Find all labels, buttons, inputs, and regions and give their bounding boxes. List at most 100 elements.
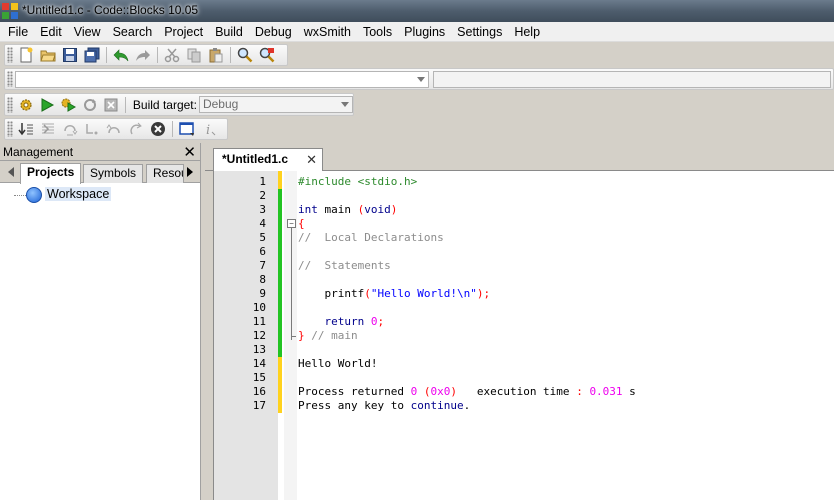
replace-icon[interactable] [256,45,278,65]
code-line[interactable] [298,371,305,385]
build-and-run-icon[interactable] [58,95,79,115]
line-number: 16 [252,385,266,398]
tab-scroll-right-icon[interactable] [187,167,193,177]
code-line[interactable]: #include <stdio.h> [298,175,417,189]
build-gear-icon[interactable] [15,95,36,115]
code-line[interactable]: int main (void) [298,203,397,217]
tab-symbols[interactable]: Symbols [83,164,144,183]
menu-file[interactable]: File [2,22,34,42]
menu-wxsmith[interactable]: wxSmith [298,22,357,42]
toolbar-grip[interactable] [7,47,13,63]
next-instruction-icon[interactable] [81,119,103,139]
continue-icon[interactable] [125,119,147,139]
function-combo[interactable] [433,70,831,88]
management-tabs: Projects Symbols Resou [0,161,200,184]
code-line[interactable]: { [298,217,305,231]
change-marker [278,189,282,357]
fold-end [291,336,296,337]
code-line[interactable]: Press any key to continue. [298,399,470,413]
stop-debugger-icon[interactable] [147,119,169,139]
toolbar-grip[interactable] [7,96,13,113]
tab-projects[interactable]: Projects [20,163,82,184]
project-tree: Workspace [0,183,200,500]
build-target-value: Debug [202,97,239,111]
step-into-icon[interactable] [59,119,81,139]
fold-line [291,228,292,340]
find-icon[interactable] [234,45,256,65]
menu-tools[interactable]: Tools [357,22,398,42]
chevron-down-icon[interactable] [340,102,349,107]
tab-resources[interactable]: Resou [146,164,184,183]
save-icon[interactable] [59,45,81,65]
paste-icon[interactable] [205,45,227,65]
toolbar-grip[interactable] [7,71,13,87]
code-line[interactable] [298,273,305,287]
save-all-icon[interactable] [81,45,103,65]
menu-project[interactable]: Project [158,22,209,42]
new-file-icon[interactable] [15,45,37,65]
tree-item-workspace[interactable]: Workspace [45,187,112,201]
code-line[interactable]: Hello World! [298,357,377,371]
line-number-gutter: 1 2 3 4 5 6 7 8 9 10 11 12 13 14 15 16 17 [214,171,278,500]
menu-edit[interactable]: Edit [34,22,68,42]
next-line-icon[interactable] [37,119,59,139]
rebuild-icon[interactable] [79,95,100,115]
menu-build[interactable]: Build [209,22,249,42]
undo-icon[interactable] [110,45,132,65]
debug-windows-icon[interactable] [176,119,198,139]
line-number: 4 [259,217,266,230]
code-line[interactable]: } // main [298,329,358,343]
menu-debug[interactable]: Debug [249,22,298,42]
line-number: 15 [252,371,266,384]
line-number: 2 [259,189,266,202]
line-number: 13 [252,343,266,356]
run-icon[interactable] [36,95,57,115]
chevron-down-icon[interactable] [417,76,425,82]
tab-scroll-left-icon[interactable] [8,167,14,177]
close-icon[interactable]: ✕ [183,143,196,161]
cut-icon[interactable] [161,45,183,65]
redo-icon[interactable] [132,45,154,65]
code-line[interactable] [298,189,305,203]
copy-icon[interactable] [183,45,205,65]
toolbar-grip[interactable] [7,121,13,137]
svg-text:i: i [206,123,210,137]
line-number: 9 [259,287,266,300]
toolbar-separator [172,121,173,137]
window-title: *Untitled1.c - Code::Blocks 10.05 [22,3,199,17]
run-to-cursor-icon[interactable] [15,119,37,139]
menu-plugins[interactable]: Plugins [398,22,451,42]
code-line[interactable]: // Local Declarations [298,231,444,245]
open-folder-icon[interactable] [37,45,59,65]
management-header: Management ✕ [0,143,200,161]
code-line[interactable]: return 0; [298,315,385,329]
info-icon[interactable]: i [198,119,220,139]
build-toolbar: Build target: Debug [4,93,354,116]
code-editor[interactable]: 1 2 3 4 5 6 7 8 9 10 11 12 13 14 15 16 17 #include <stdi… [213,171,834,500]
code-line[interactable]: // Statements [298,259,391,273]
menu-settings[interactable]: Settings [451,22,508,42]
line-number: 11 [252,315,266,328]
codeblocks-app-icon[interactable] [2,3,18,19]
menu-help[interactable]: Help [508,22,546,42]
abort-icon[interactable] [101,95,122,115]
fold-toggle-icon[interactable]: − [287,219,296,228]
editor-tab-untitled1[interactable]: *Untitled1.c ✕ [213,148,323,172]
close-icon[interactable]: ✕ [306,150,317,170]
code-completion-toolbar [4,68,834,90]
management-title: Management [3,145,74,159]
change-marker [278,171,282,189]
menu-search[interactable]: Search [107,22,159,42]
step-out-icon[interactable] [103,119,125,139]
code-line[interactable]: printf("Hello World!\n"); [298,287,490,301]
code-text[interactable]: #include <stdio.h> int main (void){// Lo… [298,171,834,500]
code-line[interactable] [298,301,305,315]
code-line[interactable] [298,343,305,357]
toolbar-separator [230,47,231,63]
build-target-select[interactable]: Debug [198,96,353,113]
main-toolbar [4,44,288,66]
code-line[interactable]: Process returned 0 (0x0) execution time … [298,385,636,399]
code-line[interactable] [298,245,305,259]
menu-view[interactable]: View [68,22,107,42]
scope-combo[interactable] [15,70,429,88]
